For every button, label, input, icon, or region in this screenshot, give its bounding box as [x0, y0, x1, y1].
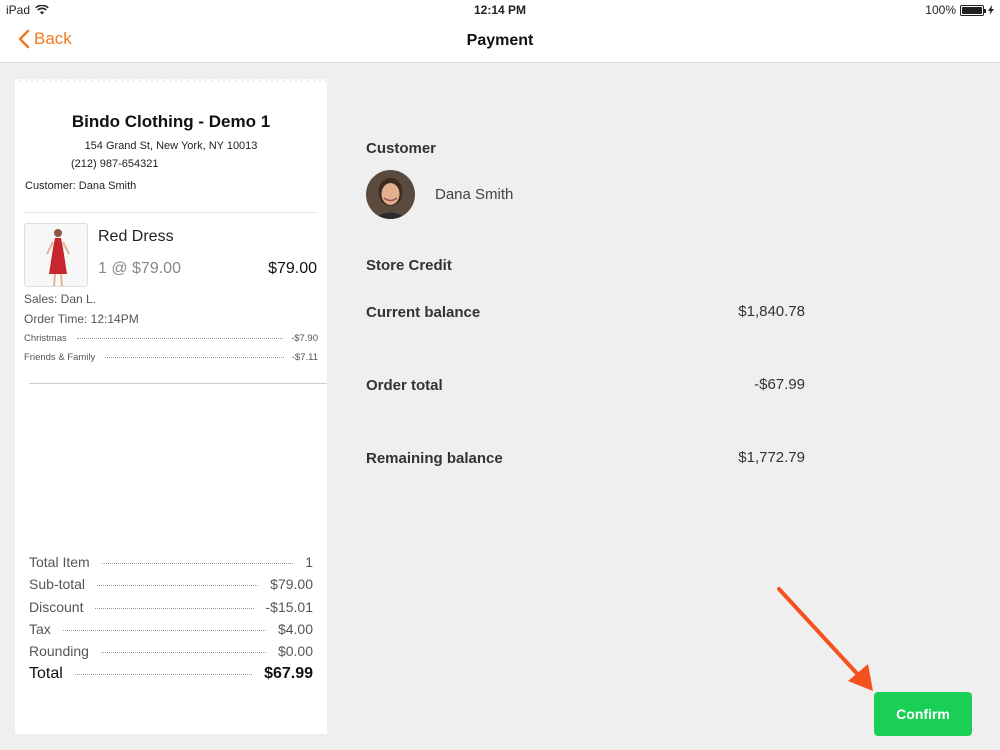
- summary-label: Sub-total: [29, 576, 86, 592]
- discount-label: Friends & Family: [24, 352, 96, 363]
- order-total-value: -$67.99: [754, 376, 805, 393]
- charging-icon: [988, 5, 994, 15]
- store-phone: (212) 987-654321: [71, 158, 159, 170]
- dot-leader: [95, 608, 254, 609]
- summary-value: 1: [305, 554, 313, 570]
- customer-avatar[interactable]: [366, 170, 415, 219]
- dot-leader: [100, 652, 266, 653]
- item-name: Red Dress: [98, 228, 174, 245]
- remaining-balance-value: $1,772.79: [738, 449, 805, 466]
- summary-label: Discount: [29, 599, 84, 615]
- battery-percent: 100%: [925, 3, 956, 17]
- summary-value: $0.00: [277, 643, 313, 659]
- store-name: Bindo Clothing - Demo 1: [71, 112, 271, 131]
- current-balance-label: Current balance: [366, 304, 481, 321]
- remaining-balance-label: Remaining balance: [366, 450, 503, 467]
- summary-value: $79.00: [270, 576, 313, 592]
- summary-row-subtotal: Sub-total $79.00: [29, 576, 313, 592]
- dot-leader: [97, 585, 259, 586]
- battery-icon: [960, 4, 986, 16]
- dot-leader: [62, 630, 266, 631]
- summary-value: -$15.01: [265, 599, 313, 615]
- summary-row-total: Total $67.99: [29, 665, 313, 683]
- dot-leader: [76, 338, 284, 339]
- divider: [29, 383, 327, 384]
- summary-value: $67.99: [264, 665, 313, 682]
- dot-leader: [101, 563, 294, 564]
- receipt-customer: Customer: Dana Smith: [25, 180, 137, 192]
- customer-heading: Customer: [366, 140, 437, 157]
- store-credit-heading: Store Credit: [366, 257, 452, 274]
- page-title: Payment: [466, 32, 534, 49]
- discount-value: -$7.11: [291, 352, 318, 363]
- avatar-image: [366, 170, 415, 219]
- discount-row: Friends & Family -$7.11: [24, 352, 318, 363]
- confirm-button[interactable]: Confirm: [874, 692, 972, 736]
- status-bar: iPad 12:14 PM 100%: [0, 0, 1000, 20]
- red-dress-image: [25, 224, 87, 286]
- summary-label: Total Item: [29, 554, 90, 570]
- discount-row: Christmas -$7.90: [24, 333, 318, 344]
- summary-row-discount: Discount -$15.01: [29, 599, 313, 615]
- discount-label: Christmas: [24, 333, 67, 344]
- dot-leader: [74, 674, 253, 675]
- store-address: 154 Grand St, New York, NY 10013: [84, 140, 258, 152]
- customer-name: Dana Smith: [435, 186, 514, 203]
- arrow-icon: [777, 587, 873, 691]
- discount-value: -$7.90: [291, 333, 318, 344]
- summary-row-tax: Tax $4.00: [29, 621, 313, 637]
- summary-row-rounding: Rounding $0.00: [29, 643, 313, 659]
- nav-bar: Back Payment: [0, 20, 1000, 63]
- item-qty-price: 1 @ $79.00: [98, 260, 181, 277]
- item-price: $79.00: [268, 260, 317, 277]
- summary-label: Tax: [29, 621, 51, 637]
- status-time: 12:14 PM: [473, 3, 527, 17]
- item-thumbnail: [24, 223, 88, 287]
- summary-row-total-item: Total Item 1: [29, 554, 313, 570]
- current-balance-value: $1,840.78: [738, 303, 805, 320]
- sales-person: Sales: Dan L.: [24, 292, 97, 306]
- dot-leader: [105, 357, 284, 358]
- summary-value: $4.00: [277, 621, 313, 637]
- status-right: 100%: [925, 3, 994, 17]
- divider: [25, 212, 317, 213]
- receipt: Bindo Clothing - Demo 1 154 Grand St, Ne…: [15, 79, 327, 734]
- summary-label: Rounding: [29, 643, 89, 659]
- order-time: Order Time: 12:14PM: [24, 312, 139, 326]
- order-total-label: Order total: [366, 377, 443, 394]
- summary-label: Total: [29, 665, 63, 682]
